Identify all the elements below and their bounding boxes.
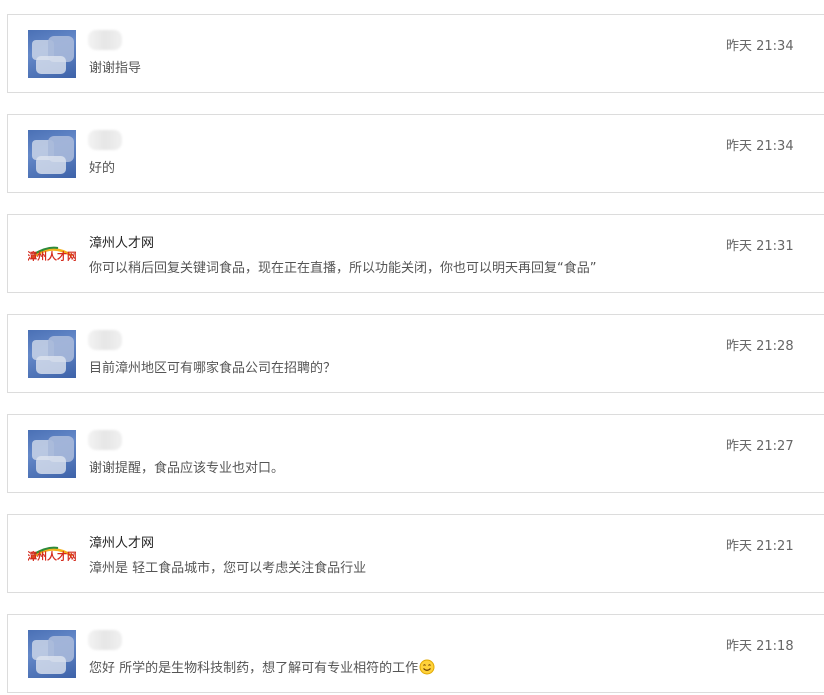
message-time: 昨天 21:34 — [726, 39, 794, 54]
message-card[interactable]: 目前漳州地区可有哪家食品公司在招聘的？ 昨天 21:28 — [7, 314, 824, 393]
brand-logo-text: 漳州人才网 — [28, 250, 76, 263]
message-time: 昨天 21:34 — [726, 139, 794, 154]
message-card[interactable]: 谢谢指导 昨天 21:34 — [7, 14, 824, 93]
message-card[interactable]: 谢谢提醒，食品应该专业也对口。 昨天 21:27 — [7, 414, 824, 493]
message-list: 谢谢指导 昨天 21:34 好的 昨天 21:34 漳州人才网 漳州人才网 你可… — [0, 0, 824, 695]
avatar[interactable] — [28, 130, 76, 178]
message-card[interactable]: 漳州人才网 漳州人才网 漳州是 轻工食品城市，您可以考虑关注食品行业 昨天 21… — [7, 514, 824, 593]
sender-name-redacted — [88, 30, 122, 50]
avatar[interactable] — [28, 330, 76, 378]
avatar[interactable]: 漳州人才网 — [28, 230, 76, 278]
message-text: 您好 所学的是生物科技制药，想了解可有专业相符的工作 — [89, 661, 419, 676]
sender-name-redacted — [88, 330, 122, 350]
message-text: 你可以稍后回复关键词食品，现在正在直播，所以功能关闭，你也可以明天再回复“食品” — [89, 261, 597, 276]
message-text-row: 您好 所学的是生物科技制药，想了解可有专业相符的工作 — [89, 657, 435, 676]
smiley-icon — [419, 659, 435, 675]
avatar[interactable]: 漳州人才网 — [28, 530, 76, 578]
brand-logo-icon: 漳州人才网 — [28, 546, 76, 563]
message-time: 昨天 21:18 — [726, 639, 794, 654]
message-time: 昨天 21:27 — [726, 439, 794, 454]
avatar[interactable] — [28, 30, 76, 78]
message-time: 昨天 21:21 — [726, 539, 794, 554]
message-text: 漳州是 轻工食品城市，您可以考虑关注食品行业 — [89, 561, 367, 576]
message-text: 谢谢指导 — [89, 61, 142, 76]
brand-logo-icon: 漳州人才网 — [28, 246, 76, 263]
message-time: 昨天 21:31 — [726, 239, 794, 254]
message-card[interactable]: 漳州人才网 漳州人才网 你可以稍后回复关键词食品，现在正在直播，所以功能关闭，你… — [7, 214, 824, 293]
message-card[interactable]: 您好 所学的是生物科技制药，想了解可有专业相符的工作 昨天 21:18 — [7, 614, 824, 693]
message-time: 昨天 21:28 — [726, 339, 794, 354]
avatar[interactable] — [28, 630, 76, 678]
sender-name-redacted — [88, 130, 122, 150]
message-text: 好的 — [89, 161, 116, 176]
sender-name-redacted — [88, 630, 122, 650]
message-text: 目前漳州地区可有哪家食品公司在招聘的？ — [89, 361, 337, 376]
message-card[interactable]: 好的 昨天 21:34 — [7, 114, 824, 193]
sender-name: 漳州人才网 — [89, 536, 155, 551]
sender-name-redacted — [88, 430, 122, 450]
sender-name: 漳州人才网 — [89, 236, 155, 251]
brand-logo-text: 漳州人才网 — [28, 550, 76, 563]
message-text: 谢谢提醒，食品应该专业也对口。 — [89, 461, 285, 476]
avatar[interactable] — [28, 430, 76, 478]
